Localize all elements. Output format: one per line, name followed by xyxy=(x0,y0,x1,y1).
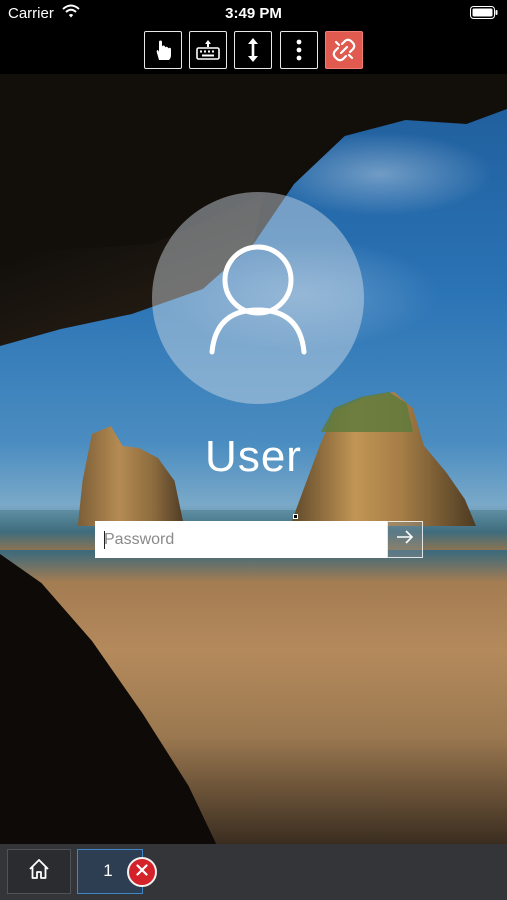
submit-password-button[interactable] xyxy=(387,521,423,558)
background-cave-wall xyxy=(0,554,217,844)
password-input[interactable] xyxy=(95,521,387,558)
status-time: 3:49 PM xyxy=(225,5,282,22)
broken-link-icon xyxy=(331,37,357,63)
keyboard-button[interactable] xyxy=(189,31,227,69)
home-icon xyxy=(27,857,51,886)
remote-toolbar xyxy=(0,26,507,74)
vertical-arrows-icon xyxy=(243,37,263,63)
more-options-button[interactable] xyxy=(280,31,318,69)
user-name: User xyxy=(205,432,302,481)
close-icon xyxy=(136,863,148,881)
status-bar: Carrier 3:49 PM xyxy=(0,0,507,26)
session-bar: 1 xyxy=(0,844,507,900)
arrow-right-icon xyxy=(396,530,414,549)
remote-cursor xyxy=(293,514,298,519)
user-avatar-icon xyxy=(209,244,307,355)
touch-mode-button[interactable] xyxy=(144,31,182,69)
text-caret xyxy=(104,531,105,549)
session-tab-label: 1 xyxy=(103,861,113,880)
remote-desktop-view[interactable]: User xyxy=(0,74,507,844)
user-avatar xyxy=(152,192,364,404)
keyboard-icon xyxy=(195,38,221,62)
password-row xyxy=(95,520,423,560)
close-session-button[interactable] xyxy=(127,857,157,887)
scroll-button[interactable] xyxy=(234,31,272,69)
battery-icon xyxy=(470,6,498,19)
disconnect-button[interactable] xyxy=(325,31,363,69)
home-button[interactable] xyxy=(7,849,71,894)
vertical-dots-icon xyxy=(295,38,303,62)
hand-pointer-icon xyxy=(151,38,175,62)
